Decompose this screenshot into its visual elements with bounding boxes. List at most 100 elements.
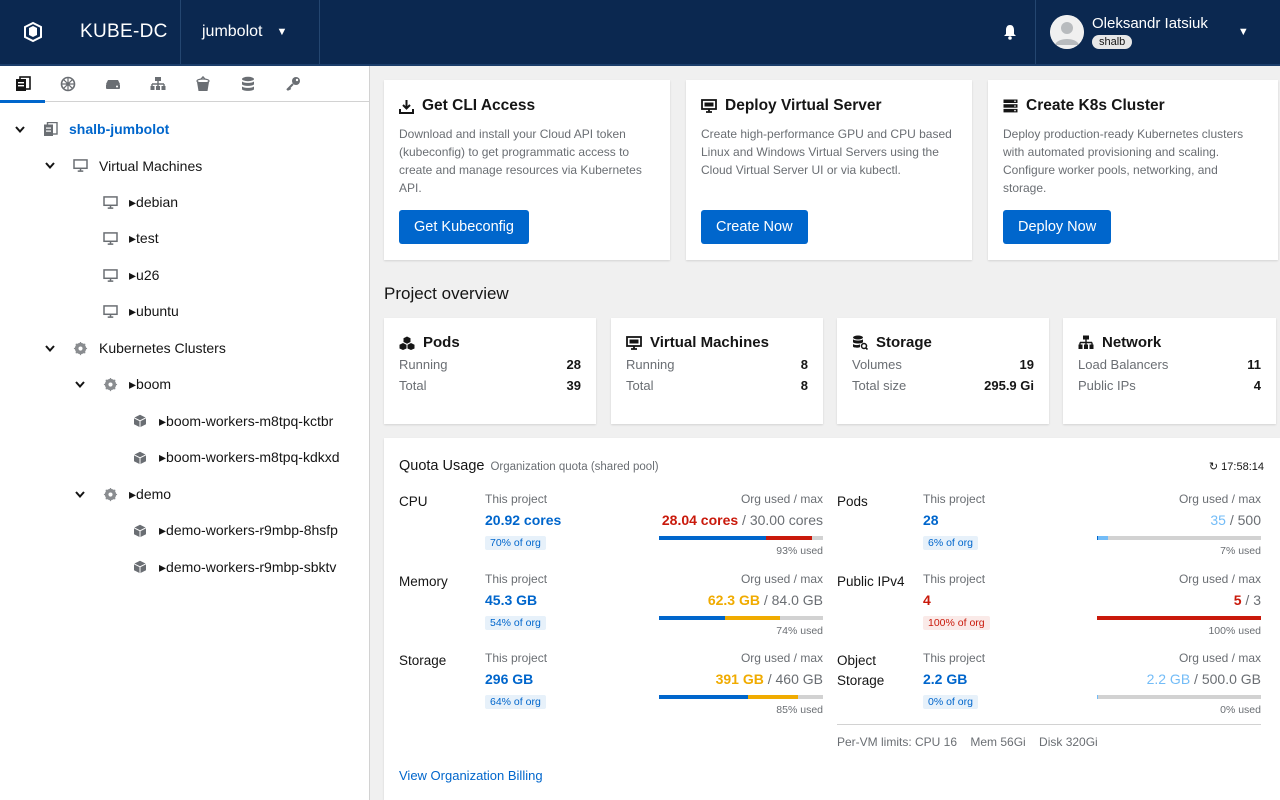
tab-servers[interactable] — [90, 66, 135, 102]
projects-icon — [15, 76, 31, 91]
org-share-badge: 64% of org — [485, 695, 546, 709]
tab-network[interactable] — [135, 66, 180, 102]
org-max-amount: / 84.0 GB — [759, 592, 823, 608]
stat-label: Running — [399, 357, 448, 372]
tree-item[interactable]: ▸boom-workers-m8tpq-kdkxd — [104, 440, 340, 476]
app-logo-icon[interactable] — [0, 0, 66, 64]
this-project-value: 2.2 GB — [923, 671, 968, 687]
tree-item[interactable]: ▸u26 — [74, 257, 159, 293]
card-title: Create K8s Cluster — [1026, 97, 1165, 114]
tree-item[interactable]: ▸demo — [74, 476, 171, 512]
quota-progress-bar — [659, 616, 823, 620]
helm-icon — [102, 486, 118, 502]
chevron-down-icon[interactable] — [14, 123, 26, 135]
top-header: KUBE-DC jumbolot ▼ Oleksandr Iatsiuk sha… — [0, 0, 1280, 66]
deploy-now-button[interactable]: Deploy Now — [1003, 210, 1112, 244]
per-vm-limits: Per-VM limits: CPU 16 Mem 56Gi Disk 320G… — [837, 735, 1098, 749]
quota-resource-name: CPU — [399, 494, 428, 509]
bar-segment-org — [1097, 695, 1098, 699]
quota-item: Pods This project 28 6% of org Org used / ma… — [837, 492, 1261, 572]
stat-value: 295.9 Gi — [984, 378, 1034, 393]
org-used-amount: 5 — [1233, 592, 1242, 608]
get-kubeconfig-button[interactable]: Get Kubeconfig — [399, 210, 529, 244]
card-description: Create high-performance GPU and CPU base… — [701, 127, 952, 177]
quota-item: Storage This project 296 GB 64% of org Org u… — [399, 651, 823, 731]
app-title[interactable]: KUBE-DC — [66, 21, 180, 43]
sidebar: shalb-jumbolot Virtual Machines ▸debian ▸te… — [0, 66, 370, 800]
tree-item[interactable]: ▸ubuntu — [74, 294, 179, 330]
tab-kubernetes[interactable] — [45, 66, 90, 102]
bar-segment-project — [659, 536, 766, 540]
view-billing-link[interactable]: View Organization Billing — [399, 768, 543, 783]
cli-access-card: Get CLI Access Download and install your… — [384, 80, 670, 260]
tab-buckets[interactable] — [180, 66, 225, 102]
stat-label: Running — [626, 357, 675, 372]
card-title: Network — [1102, 334, 1162, 351]
chevron-down-icon[interactable] — [74, 488, 86, 500]
quota-used-percent: 0% used — [1220, 704, 1261, 716]
quota-progress-bar — [1097, 695, 1261, 699]
tree-item[interactable]: ▸debian — [74, 184, 178, 220]
stat-value: 4 — [1253, 378, 1261, 393]
org-share-badge: 54% of org — [485, 616, 546, 630]
org-max-amount: / 500.0 GB — [1190, 671, 1261, 687]
tree-item[interactable]: ▸demo-workers-r9mbp-sbktv — [104, 549, 336, 585]
monitor-icon — [626, 335, 642, 350]
cube-icon — [132, 559, 148, 575]
chevron-down-icon[interactable] — [74, 379, 86, 391]
this-project-value: 4 — [923, 592, 931, 608]
monitor-icon — [701, 99, 717, 113]
bucket-icon — [195, 76, 210, 91]
tab-databases[interactable] — [225, 66, 270, 102]
this-project-label: This project — [485, 651, 548, 665]
this-project-value: 45.3 GB — [485, 592, 538, 608]
tree-item[interactable]: ▸test — [74, 221, 159, 257]
storage-icon — [852, 335, 868, 350]
network-overview-card: Network Load Balancers 11 Public IPs 4 — [1063, 318, 1276, 424]
org-used-value: 35 / 500 — [1210, 512, 1261, 528]
tree-item[interactable]: Kubernetes Clusters — [44, 330, 226, 366]
project-selector[interactable]: jumbolot ▼ — [181, 0, 319, 64]
chevron-down-icon[interactable] — [44, 160, 56, 172]
tree-item[interactable]: ▸boom-workers-m8tpq-kctbr — [104, 403, 333, 439]
bell-icon[interactable] — [985, 0, 1035, 64]
user-menu[interactable]: Oleksandr Iatsiuk shalb ▼ — [1036, 0, 1280, 64]
cube-icon — [132, 450, 148, 466]
tab-projects[interactable] — [0, 66, 45, 103]
tree-item[interactable]: shalb-jumbolot — [14, 111, 169, 147]
quota-resource-name: Memory — [399, 574, 448, 589]
org-used-value: 2.2 GB / 500.0 GB — [1147, 671, 1261, 687]
org-used-value: 62.3 GB / 84.0 GB — [708, 592, 823, 608]
monitor-icon — [102, 231, 118, 247]
monitor-icon — [72, 158, 88, 174]
tree-item[interactable]: ▸demo-workers-r9mbp-8hsfp — [104, 513, 338, 549]
bar-segment-project — [659, 616, 725, 620]
quota-used-percent: 85% used — [776, 704, 823, 716]
bar-segment-org — [766, 536, 812, 540]
quota-used-percent: 7% used — [1220, 545, 1261, 557]
quota-refresh-time[interactable]: ↻ 17:58:14 — [1209, 460, 1264, 473]
tab-secrets[interactable] — [270, 66, 315, 102]
this-project-label: This project — [923, 572, 986, 586]
stat-value: 28 — [566, 357, 581, 372]
org-used-amount: 2.2 GB — [1146, 671, 1191, 687]
quota-item: Object Storage This project 2.2 GB 0% of or… — [837, 651, 1261, 731]
quota-used-percent: 74% used — [776, 625, 823, 637]
server-icon — [105, 80, 120, 89]
create-now-button[interactable]: Create Now — [701, 210, 808, 244]
stat-label: Total size — [852, 378, 907, 393]
main-content: Get CLI Access Download and install your… — [370, 66, 1280, 800]
chevron-down-icon[interactable] — [44, 342, 56, 354]
bar-segment-org — [725, 616, 780, 620]
quota-item: Memory This project 45.3 GB 54% of org Org u… — [399, 572, 823, 652]
tree-item[interactable]: Virtual Machines — [44, 148, 202, 184]
quota-used-percent: 93% used — [776, 545, 823, 557]
cubes-icon — [399, 336, 415, 350]
key-icon — [285, 77, 300, 91]
tree-item[interactable]: ▸boom — [74, 367, 171, 403]
avatar — [1050, 15, 1084, 49]
org-used-label: Org used / max — [1178, 651, 1261, 665]
org-used-label: Org used / max — [740, 492, 823, 506]
